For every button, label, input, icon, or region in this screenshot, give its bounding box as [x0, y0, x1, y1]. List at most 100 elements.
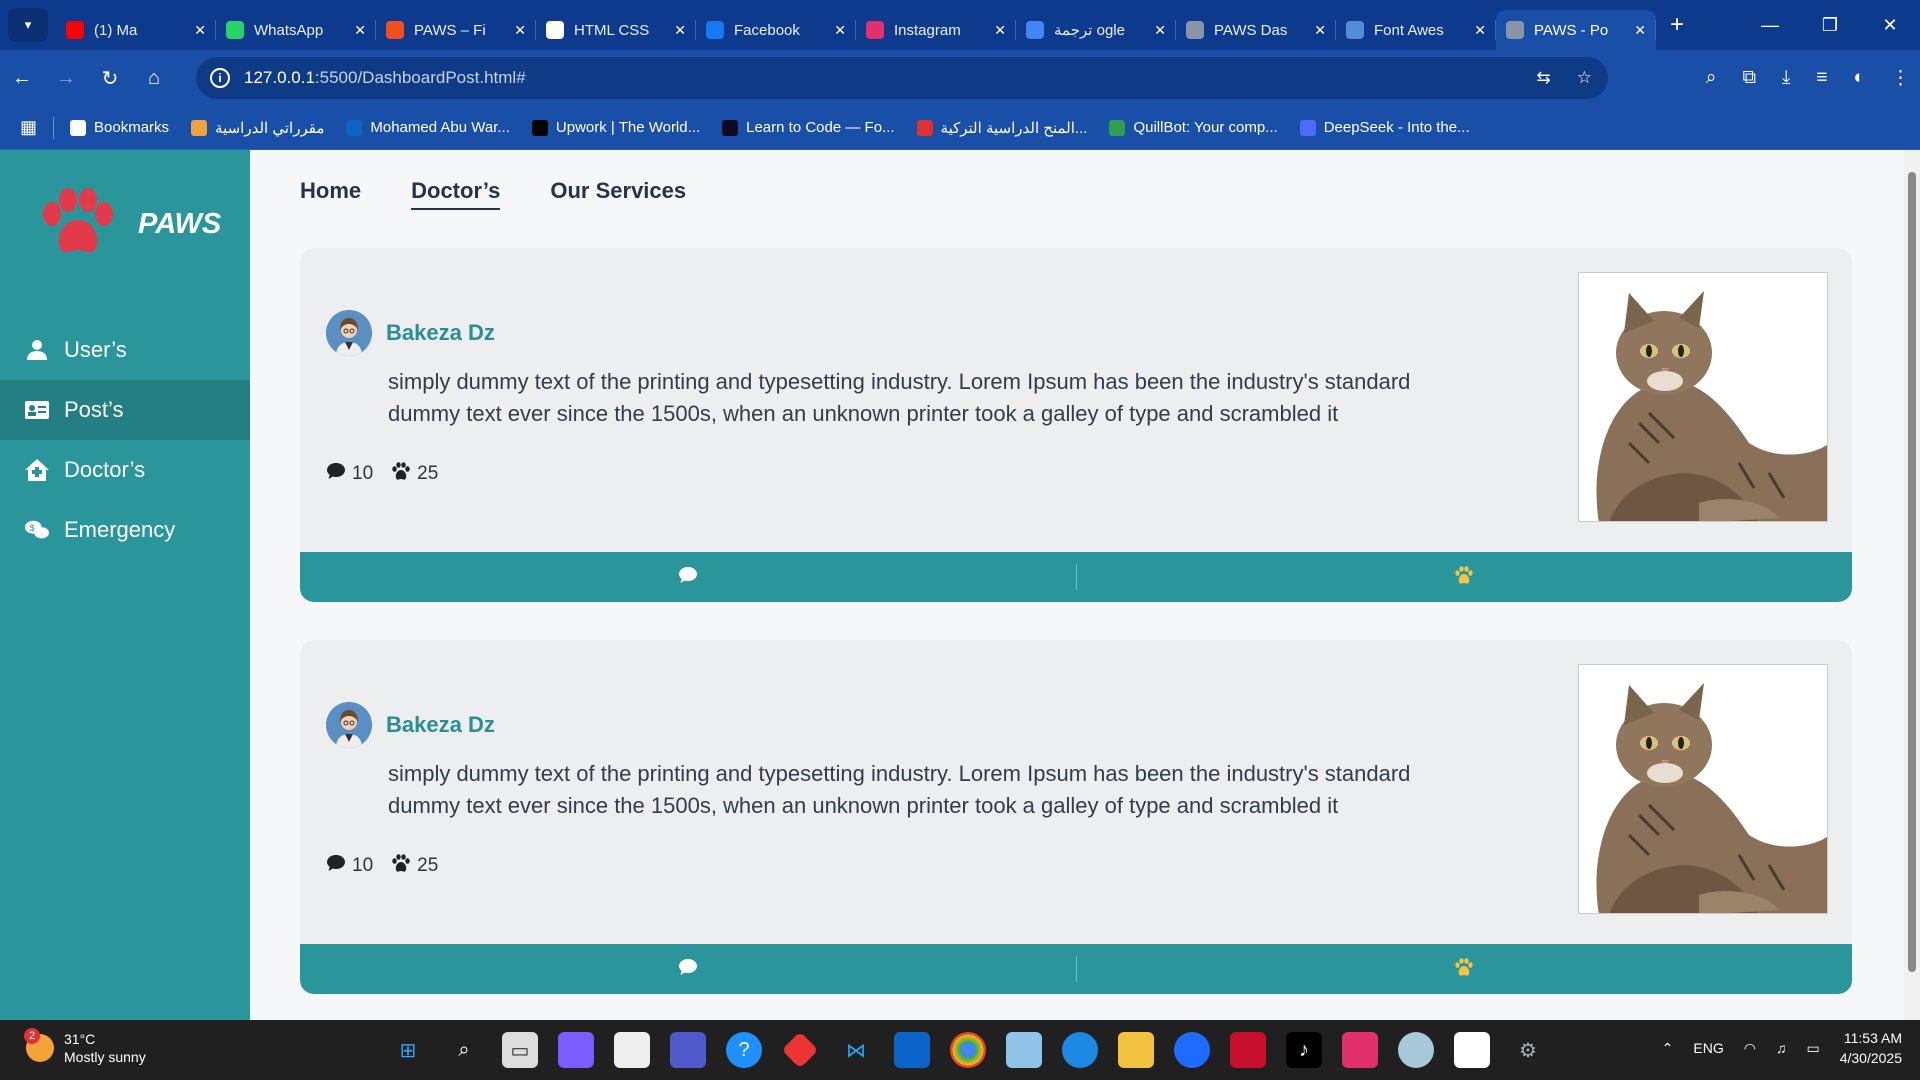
tab-4[interactable]: Facebook ✕ [696, 10, 856, 50]
file-explorer-icon[interactable] [1118, 1032, 1154, 1068]
post-photo[interactable] [1578, 272, 1828, 522]
site-info-icon[interactable]: i [210, 68, 230, 88]
profile-avatar[interactable]: ◐ [1854, 67, 1865, 89]
tab-7[interactable]: PAWS Das ✕ [1176, 10, 1336, 50]
bookmark-1[interactable]: مقرراتي الدراسية [191, 119, 324, 137]
close-tab-icon[interactable]: ✕ [194, 22, 206, 39]
translate-icon[interactable]: ⇆ [1537, 68, 1551, 88]
windows-start-icon[interactable]: ⊞ [390, 1032, 426, 1068]
address-toolbar: ← → ↻ ⌂ i 127.0.0.1:5500/DashboardPost.h… [0, 50, 1920, 106]
post-author[interactable]: Bakeza Dz [326, 702, 495, 748]
extensions-icon[interactable]: ⧉ [1742, 67, 1756, 89]
tab-8[interactable]: Font Awes ✕ [1336, 10, 1496, 50]
snipping-icon[interactable] [1454, 1032, 1490, 1068]
tab-6[interactable]: ترجمة ogle ✕ [1016, 10, 1176, 50]
post-photo[interactable] [1578, 664, 1828, 914]
bookmark-3[interactable]: Upwork | The World... [531, 119, 700, 136]
language-indicator[interactable]: ENG [1693, 1040, 1723, 1056]
settings-gear-icon[interactable]: ⚙ [1510, 1032, 1546, 1068]
app-diamond-icon[interactable] [781, 1031, 819, 1069]
home-icon[interactable]: ⌂ [132, 67, 176, 90]
apps-grid-icon[interactable]: ▦ [20, 117, 37, 138]
lens-icon[interactable]: ⌕ [1706, 67, 1717, 89]
tiktok-icon[interactable]: ♪ [1286, 1032, 1322, 1068]
sidebar-item-0[interactable]: User’s [0, 320, 250, 380]
minimize-icon[interactable]: — [1740, 15, 1800, 36]
author-name[interactable]: Bakeza Dz [386, 320, 495, 346]
copilot-icon[interactable] [558, 1032, 594, 1068]
tab-0[interactable]: (1) Ma ✕ [56, 10, 216, 50]
clock[interactable]: 11:53 AM 4/30/2025 [1840, 1028, 1902, 1068]
edge-icon[interactable] [1062, 1032, 1098, 1068]
scrollbar-thumb[interactable] [1908, 172, 1916, 972]
tab-search-button[interactable]: ▾ [8, 8, 48, 42]
paw-like-button[interactable] [1077, 552, 1853, 602]
tray-chevron-icon[interactable]: ⌃ [1662, 1040, 1674, 1057]
weather-widget[interactable]: 2 31°C Mostly sunny [24, 1028, 146, 1066]
bookmark-2[interactable]: Mohamed Abu War... [346, 119, 510, 136]
browser-tabbar: ▾ (1) Ma ✕ WhatsApp ✕ PAWS – Fi ✕ HTML CSS ✕ Fac… [0, 0, 1920, 50]
sidebar-item-1[interactable]: Post’s [0, 380, 250, 440]
tab-9[interactable]: PAWS - Po ✕ [1496, 10, 1656, 50]
close-window-icon[interactable]: ✕ [1860, 15, 1920, 36]
tab-3[interactable]: HTML CSS ✕ [536, 10, 696, 50]
paw-like-button[interactable] [1077, 944, 1853, 994]
close-tab-icon[interactable]: ✕ [354, 22, 366, 39]
tab-5[interactable]: Instagram ✕ [856, 10, 1016, 50]
topnav-link-2[interactable]: Our Services [550, 178, 686, 210]
close-tab-icon[interactable]: ✕ [674, 22, 686, 39]
close-tab-icon[interactable]: ✕ [514, 22, 526, 39]
comment-button[interactable] [300, 552, 1076, 602]
comment-button[interactable] [300, 944, 1076, 994]
menu-icon[interactable]: ⋮ [1891, 67, 1910, 90]
reload-icon[interactable]: ↻ [88, 66, 132, 91]
task-view-icon[interactable]: ▭ [502, 1032, 538, 1068]
forward-icon[interactable]: → [44, 67, 88, 90]
tab-2[interactable]: PAWS – Fi ✕ [376, 10, 536, 50]
bookmark-4[interactable]: Learn to Code — Fo... [722, 119, 895, 136]
post-author[interactable]: Bakeza Dz [326, 310, 495, 356]
bookmark-0[interactable]: Bookmarks [70, 119, 169, 136]
store-icon[interactable] [614, 1032, 650, 1068]
volume-icon[interactable]: ♫ [1776, 1040, 1787, 1056]
scrollbar[interactable] [1904, 150, 1920, 1020]
paw-icon [391, 462, 411, 486]
bookmark-5[interactable]: المنح الدراسية التركية... [916, 119, 1087, 137]
new-tab-button[interactable]: + [1670, 11, 1684, 39]
help-icon[interactable]: ? [726, 1032, 762, 1068]
app-globe-icon[interactable] [1398, 1032, 1434, 1068]
brand-logo[interactable]: PAWS [38, 188, 221, 260]
bookmark-7[interactable]: DeepSeek - Into the... [1299, 119, 1470, 136]
restore-icon[interactable]: ❐ [1800, 15, 1860, 36]
battery-icon[interactable]: ▭ [1806, 1040, 1819, 1057]
mcafee-icon[interactable] [1230, 1032, 1266, 1068]
instagram-taskbar-icon[interactable] [1342, 1032, 1378, 1068]
close-tab-icon[interactable]: ✕ [1474, 22, 1486, 39]
wifi-icon[interactable]: ◠ [1744, 1040, 1756, 1057]
topnav-link-0[interactable]: Home [300, 178, 361, 210]
bookmark-6[interactable]: QuillBot: Your comp... [1109, 119, 1278, 136]
messenger-icon[interactable] [1174, 1032, 1210, 1068]
outlook-icon[interactable] [894, 1032, 930, 1068]
chrome-icon[interactable] [950, 1032, 986, 1068]
sidebar-item-2[interactable]: Doctor’s [0, 440, 250, 500]
close-tab-icon[interactable]: ✕ [1154, 22, 1166, 39]
close-tab-icon[interactable]: ✕ [1314, 22, 1326, 39]
download-icon[interactable]: ⤓ [1782, 67, 1790, 89]
taskbar-search-icon[interactable]: ⌕ [446, 1032, 482, 1068]
teams-icon[interactable] [670, 1032, 706, 1068]
tab-strip: (1) Ma ✕ WhatsApp ✕ PAWS – Fi ✕ HTML CSS ✕ Faceb… [56, 0, 1656, 50]
back-icon[interactable]: ← [0, 67, 44, 90]
sidebar-item-3[interactable]: $ Emergency [0, 500, 250, 560]
topnav-link-1[interactable]: Doctor’s [411, 178, 501, 210]
close-tab-icon[interactable]: ✕ [1634, 22, 1646, 39]
author-name[interactable]: Bakeza Dz [386, 712, 495, 738]
close-tab-icon[interactable]: ✕ [994, 22, 1006, 39]
bookmark-star-icon[interactable]: ☆ [1577, 68, 1592, 88]
url-field[interactable]: i 127.0.0.1:5500/DashboardPost.html# ⇆ ☆ [196, 57, 1608, 99]
close-tab-icon[interactable]: ✕ [834, 22, 846, 39]
media-icon[interactable]: ≡ [1816, 67, 1827, 89]
vscode-icon[interactable]: ⋈ [838, 1032, 874, 1068]
tab-1[interactable]: WhatsApp ✕ [216, 10, 376, 50]
box-icon[interactable] [1006, 1032, 1042, 1068]
